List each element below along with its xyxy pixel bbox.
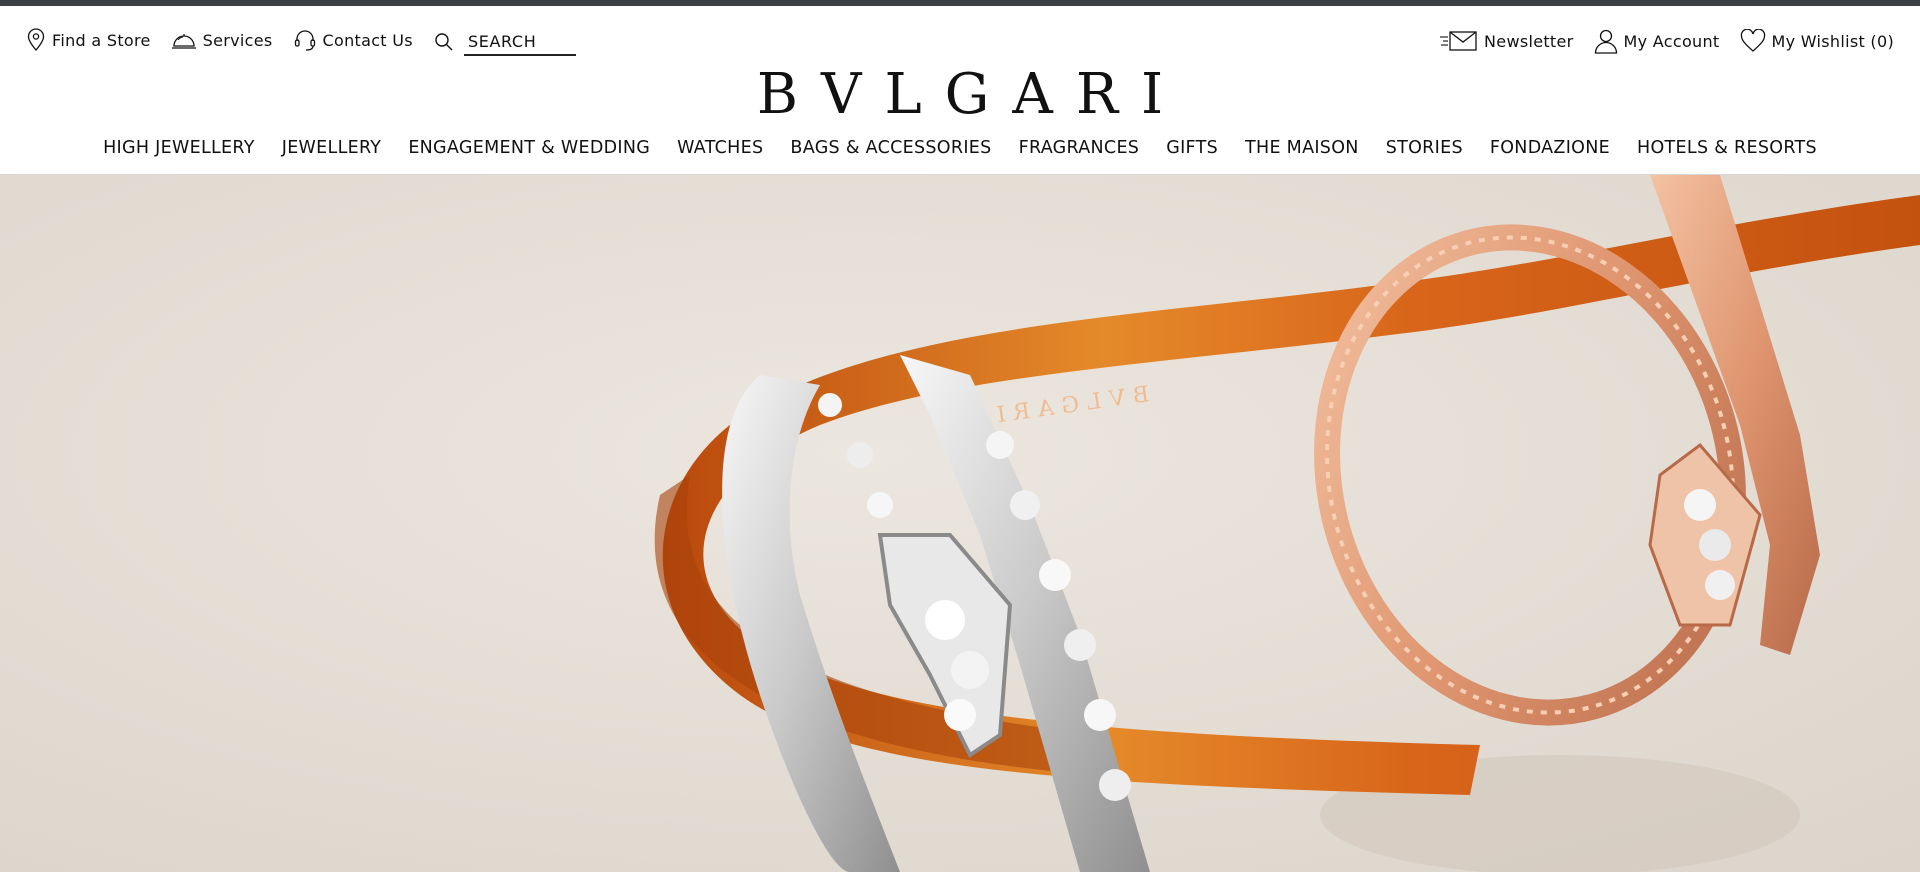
contact-us-link[interactable]: Contact Us xyxy=(293,28,413,52)
my-account-link[interactable]: My Account xyxy=(1594,28,1720,54)
hero-banner[interactable]: BVLGARI xyxy=(0,175,1920,872)
envelope-icon xyxy=(1440,31,1477,51)
search-icon[interactable] xyxy=(434,32,454,52)
nav-gifts[interactable]: GIFTS xyxy=(1166,138,1218,158)
service-bell-icon xyxy=(171,34,196,49)
heart-icon xyxy=(1740,29,1765,52)
nav-engagement-wedding[interactable]: ENGAGEMENT & WEDDING xyxy=(408,138,650,158)
nav-stories[interactable]: STORIES xyxy=(1386,138,1463,158)
headset-icon xyxy=(294,30,315,51)
search-input[interactable] xyxy=(464,28,576,56)
nav-the-maison[interactable]: THE MAISON xyxy=(1245,138,1359,158)
find-a-store-link[interactable]: Find a Store xyxy=(26,28,151,52)
utility-links-right: Newsletter My Account My Wishlist (0) xyxy=(1418,28,1894,54)
my-account-label: My Account xyxy=(1623,31,1720,51)
location-pin-icon xyxy=(27,28,45,51)
main-navigation: HIGH JEWELLERY JEWELLERY ENGAGEMENT & WE… xyxy=(0,138,1920,158)
search-box xyxy=(434,28,576,56)
services-label: Services xyxy=(202,30,273,50)
user-icon xyxy=(1594,29,1617,54)
my-wishlist-link[interactable]: My Wishlist (0) xyxy=(1740,29,1895,53)
find-a-store-label: Find a Store xyxy=(52,30,151,50)
nav-bags-accessories[interactable]: BAGS & ACCESSORIES xyxy=(790,138,991,158)
nav-fondazione[interactable]: FONDAZIONE xyxy=(1490,138,1610,158)
site-header: Find a Store Services Contact Us Newslet… xyxy=(0,6,1920,175)
utility-links-left: Find a Store Services Contact Us xyxy=(26,28,433,52)
services-link[interactable]: Services xyxy=(171,29,273,51)
nav-watches[interactable]: WATCHES xyxy=(677,138,763,158)
newsletter-link[interactable]: Newsletter xyxy=(1438,29,1574,53)
my-wishlist-label: My Wishlist (0) xyxy=(1771,31,1894,51)
nav-fragrances[interactable]: FRAGRANCES xyxy=(1019,138,1140,158)
nav-high-jewellery[interactable]: HIGH JEWELLERY xyxy=(103,138,255,158)
nav-jewellery[interactable]: JEWELLERY xyxy=(282,138,382,158)
newsletter-label: Newsletter xyxy=(1484,31,1574,51)
contact-us-label: Contact Us xyxy=(322,30,413,50)
nav-hotels-resorts[interactable]: HOTELS & RESORTS xyxy=(1637,138,1817,158)
brand-logo[interactable]: BVLGARI xyxy=(0,62,1920,128)
hero-image: BVLGARI xyxy=(0,175,1920,872)
